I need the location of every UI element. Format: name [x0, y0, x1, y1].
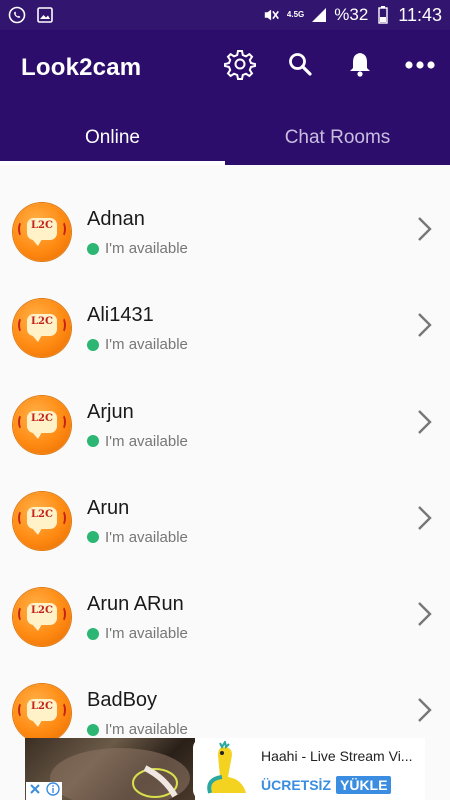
user-status: I'm available [87, 433, 188, 450]
status-bar: 4.5G %32 11:43 [0, 0, 450, 30]
ad-controls [26, 781, 62, 800]
online-dot [87, 627, 99, 640]
chevron-right-icon [418, 698, 432, 723]
chevron-right-icon [418, 217, 432, 241]
network-type: 4.5G [286, 10, 305, 19]
status-text: I'm available [105, 432, 188, 450]
tab-chat-rooms[interactable]: Chat Rooms [225, 110, 450, 165]
mute-icon [263, 6, 281, 24]
user-name: Arjun [87, 400, 134, 423]
signal-icon [310, 6, 328, 24]
ad-app-logo [193, 738, 255, 800]
user-status: I'm available [87, 336, 188, 353]
avatar: L2C [13, 588, 71, 647]
status-text: I'm available [105, 528, 188, 546]
ad-install-button[interactable]: YÜKLE [336, 776, 392, 794]
status-text: I'm available [105, 721, 188, 739]
user-status: I'm available [87, 625, 188, 642]
bell-icon [348, 51, 372, 82]
user-name: Arun ARun [87, 593, 184, 616]
notifications-button[interactable] [342, 48, 378, 84]
online-dot [87, 435, 99, 448]
user-status: I'm available [87, 240, 188, 257]
chevron-right-icon [418, 409, 432, 434]
tab-bar: Online Chat Rooms [0, 110, 450, 165]
ad-cta[interactable]: ÜCRETSİZ YÜKLE [261, 776, 425, 794]
user-name: Ali1431 [87, 304, 154, 327]
chevron-right-icon [418, 602, 432, 627]
chevron-right-icon [418, 506, 432, 530]
battery-percent: %32 [334, 5, 369, 24]
online-dot [87, 338, 99, 351]
gear-icon [224, 48, 256, 85]
settings-button[interactable] [222, 48, 258, 84]
battery-icon [374, 6, 392, 24]
whatsapp-icon [8, 6, 26, 24]
list-item[interactable]: L2C Ali1431 I'm available [0, 273, 450, 369]
online-dot [87, 531, 99, 544]
online-dot [87, 242, 99, 255]
ad-title: Haahi - Live Stream Vi... [261, 748, 413, 764]
status-text: I'm available [105, 240, 188, 257]
list-item[interactable]: L2C Arjun I'm available [0, 370, 450, 466]
app-bar: Look2cam Online Chat Rooms [0, 30, 450, 165]
info-icon[interactable] [45, 781, 60, 800]
user-status: I'm available [87, 721, 188, 738]
status-text: I'm available [105, 336, 188, 354]
online-dot [87, 723, 99, 736]
close-icon[interactable] [29, 782, 41, 800]
chevron-right-icon [418, 313, 432, 338]
list-item[interactable]: L2C Arun I'm available [0, 466, 450, 562]
ad-cta-prefix: ÜCRETSİZ [261, 777, 331, 793]
search-icon [287, 51, 313, 82]
online-users-list: L2C Adnan I'm available L2C Ali1431 I'm … [0, 165, 450, 800]
search-button[interactable] [282, 48, 318, 84]
user-status: I'm available [87, 529, 188, 546]
ad-banner[interactable]: Haahi - Live Stream Vi... ÜCRETSİZ YÜKLE [25, 738, 425, 800]
user-name: BadBoy [87, 689, 158, 712]
more-icon [404, 57, 436, 75]
avatar: L2C [13, 491, 71, 550]
clock: 11:43 [398, 4, 442, 25]
user-name: Adnan [87, 208, 145, 230]
avatar: L2C [13, 395, 71, 454]
image-icon [36, 6, 54, 24]
avatar: L2C [13, 203, 71, 261]
more-options-button[interactable] [402, 48, 438, 84]
user-name: Arun [87, 496, 130, 519]
list-item[interactable]: L2C Adnan I'm available [0, 177, 450, 273]
ad-text: Haahi - Live Stream Vi... ÜCRETSİZ YÜKLE [261, 738, 425, 800]
tab-online[interactable]: Online [0, 110, 225, 165]
avatar: L2C [13, 684, 71, 743]
avatar: L2C [13, 299, 71, 358]
status-text: I'm available [105, 625, 188, 643]
app-title: Look2cam [21, 54, 142, 81]
list-item[interactable]: L2C Arun ARun I'm available [0, 562, 450, 658]
